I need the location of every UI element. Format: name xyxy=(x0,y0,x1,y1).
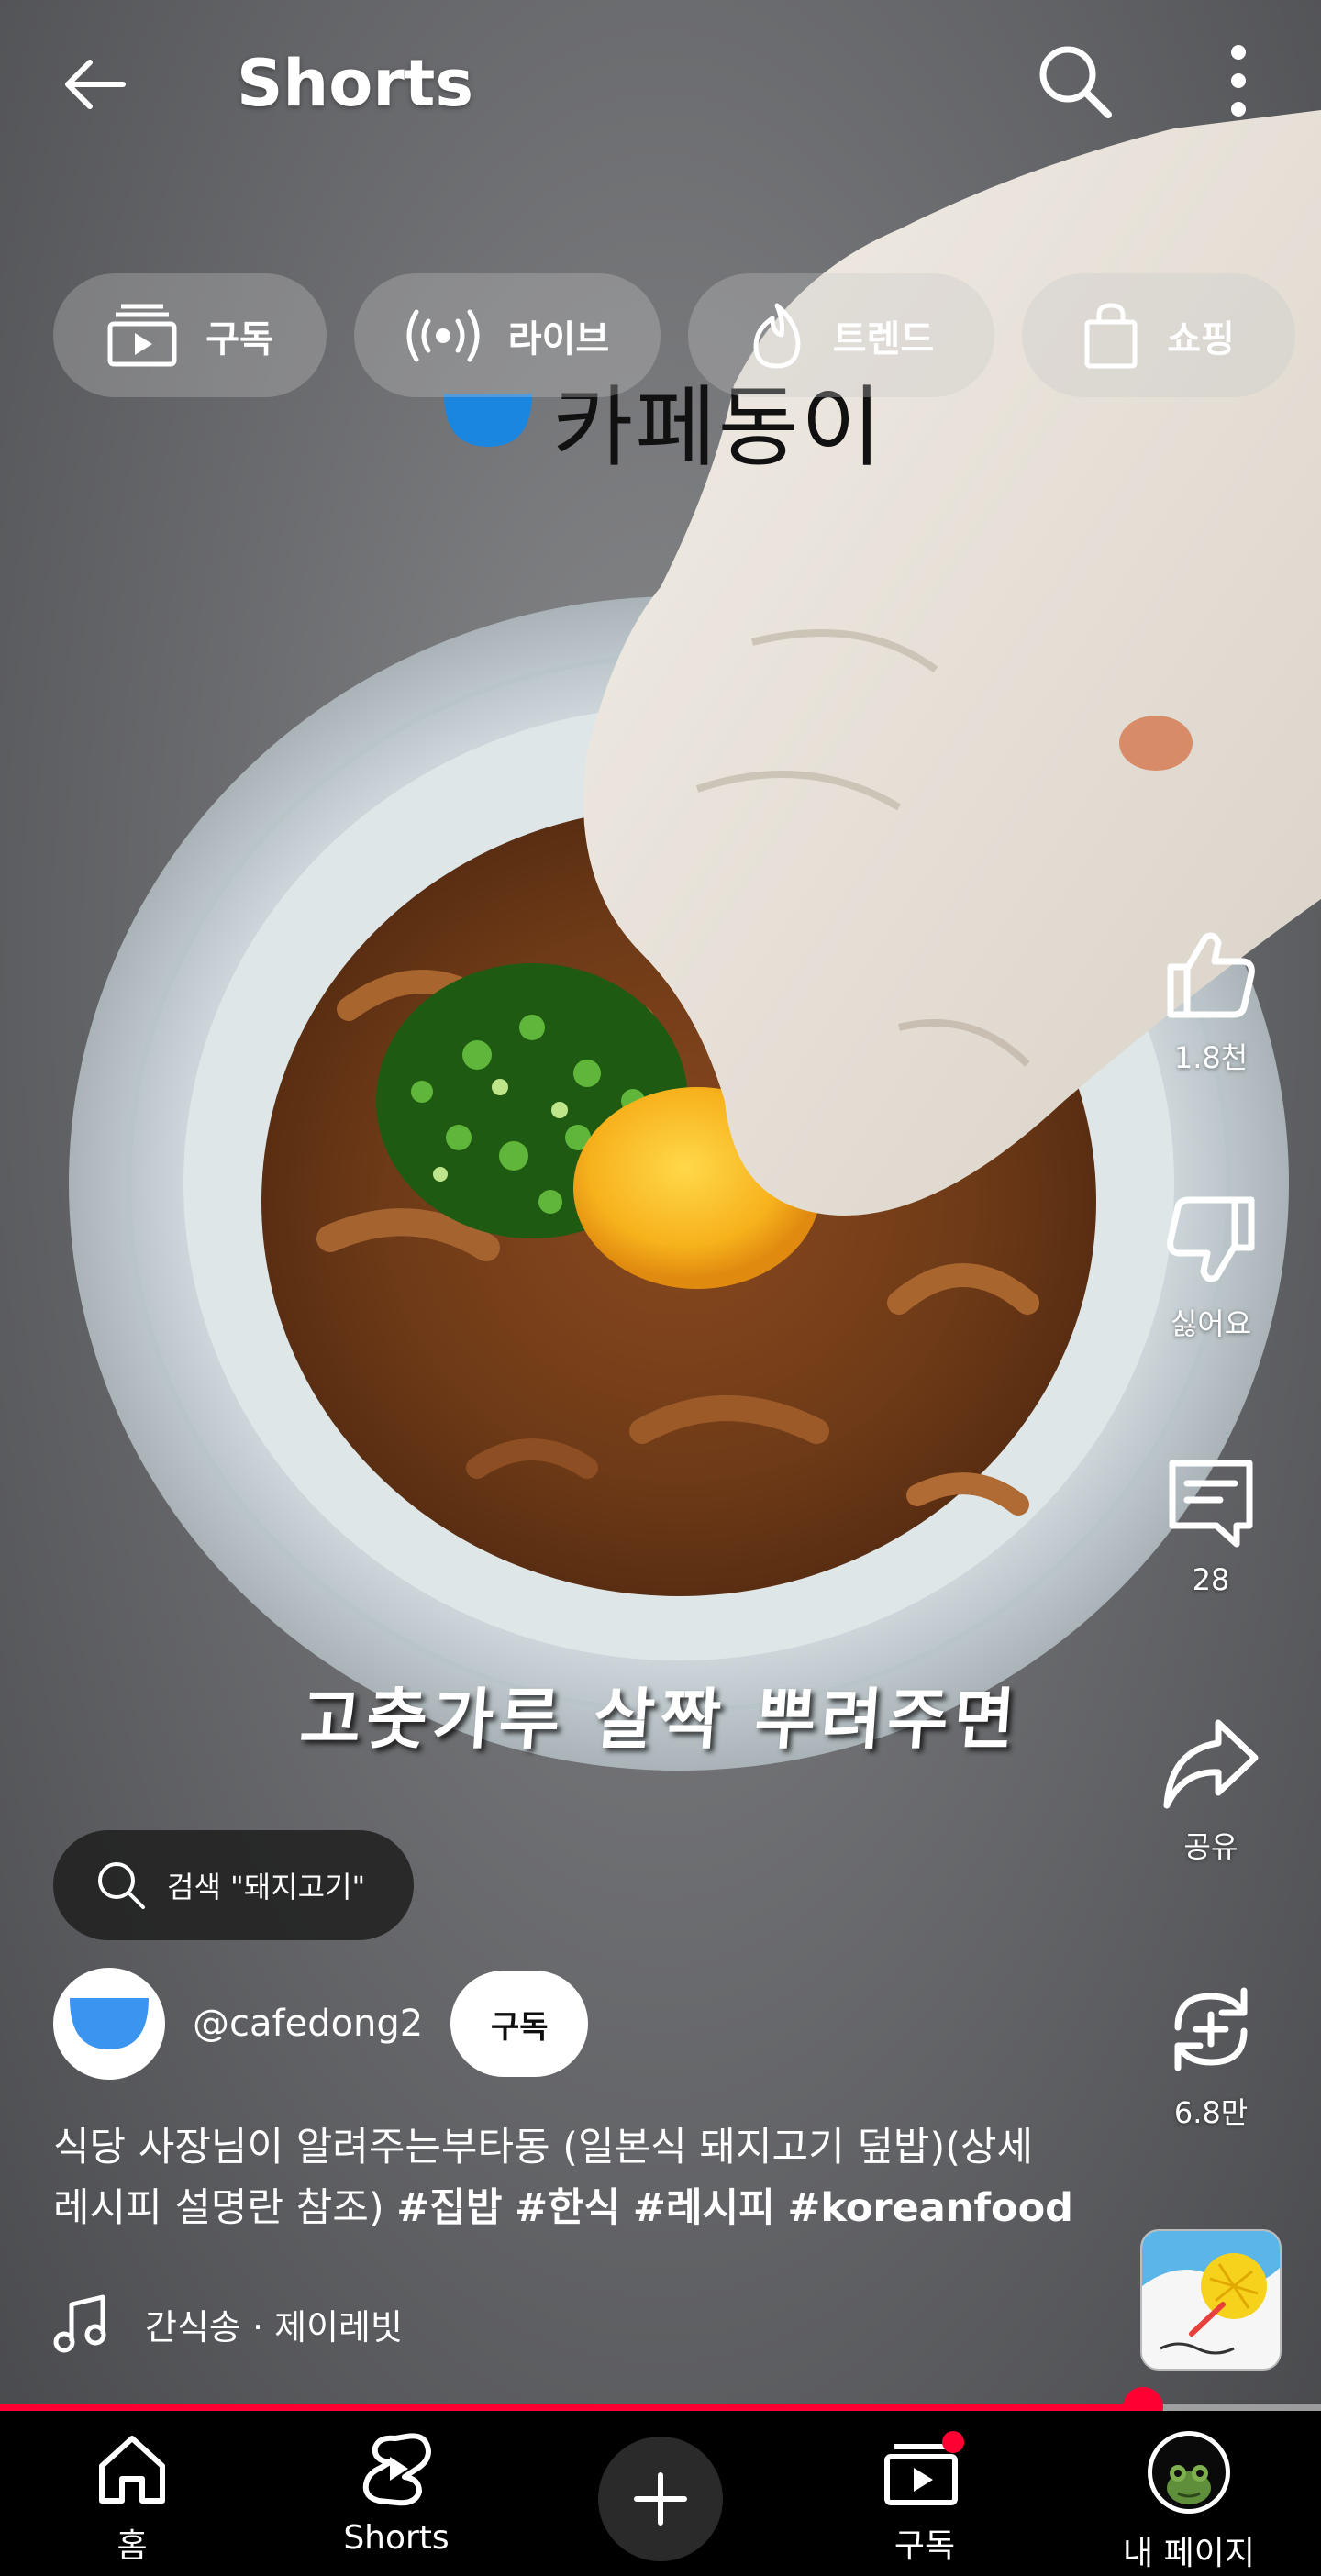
hashtag[interactable]: #집밥 xyxy=(396,2185,502,2231)
hashtag[interactable]: #한식 xyxy=(515,2185,620,2231)
nav-subscriptions[interactable]: 구독 xyxy=(815,2411,1035,2567)
nav-me[interactable]: 내 페이지 xyxy=(1079,2411,1299,2574)
comments-button[interactable]: 28 xyxy=(1147,1454,1275,1597)
subscribe-button[interactable]: 구독 xyxy=(450,1971,589,2077)
channel-handle[interactable]: @cafedong2 xyxy=(193,2003,423,2045)
chip-live[interactable]: 라이브 xyxy=(354,273,660,397)
dislike-button[interactable]: 싫어요 xyxy=(1147,1193,1275,1343)
live-icon xyxy=(406,309,480,361)
chip-shopping[interactable]: 쇼핑 xyxy=(1022,273,1295,397)
comment-count: 28 xyxy=(1192,1562,1230,1597)
shopping-bag-icon xyxy=(1084,302,1138,368)
subscriptions-icon xyxy=(107,304,177,366)
more-options-icon[interactable] xyxy=(1211,41,1266,120)
home-icon xyxy=(99,2436,165,2504)
music-row[interactable]: 간식송 · 제이레빗 xyxy=(53,2293,403,2354)
chip-label: 라이브 xyxy=(507,317,610,361)
nav-shorts[interactable]: Shorts xyxy=(286,2411,506,2557)
video-description[interactable]: 식당 사장님이 알려주는부타동 (일본식 돼지고기 덮밥)(상세 레시피 설명란… xyxy=(53,2117,1081,2238)
search-icon xyxy=(98,1862,145,1909)
remix-button[interactable]: 6.8만 xyxy=(1147,1982,1275,2132)
music-label: 간식송 · 제이레빗 xyxy=(145,2306,403,2348)
plus-icon xyxy=(634,2472,687,2526)
create-button[interactable] xyxy=(598,2437,723,2561)
trending-flame-icon xyxy=(753,303,801,368)
nav-home[interactable]: 홈 xyxy=(22,2411,242,2567)
thumbs-up-icon xyxy=(1167,932,1255,1018)
search-icon[interactable] xyxy=(1035,41,1114,120)
chip-label: 트렌드 xyxy=(832,317,935,361)
bottom-navigation: 홈 Shorts 구독 내 페이지 xyxy=(0,2411,1321,2576)
video-subtitle: 고춧가루 살짝 뿌려주면 xyxy=(297,1680,1023,1758)
hashtag[interactable]: #koreanfood xyxy=(787,2185,1073,2231)
remix-icon xyxy=(1174,1987,1248,2071)
bowl-logo-icon xyxy=(70,1998,149,2049)
shorts-filter-chips: 구독 라이브 트렌드 쇼핑 xyxy=(53,273,1295,397)
back-arrow-icon[interactable] xyxy=(57,48,130,121)
hashtag[interactable]: #레시피 xyxy=(633,2185,775,2231)
sound-thumbnail[interactable] xyxy=(1142,2231,1280,2369)
music-note-icon xyxy=(53,2294,106,2353)
share-button[interactable]: 공유 xyxy=(1147,1715,1275,1866)
share-label: 공유 xyxy=(1183,1829,1238,1864)
album-art-image xyxy=(1142,2231,1280,2369)
shorts-icon xyxy=(362,2433,431,2506)
channel-row: @cafedong2 구독 xyxy=(53,1968,589,2080)
search-suggestion-text: 검색 "돼지고기" xyxy=(167,1870,366,1904)
progress-fill xyxy=(0,2404,1143,2411)
share-arrow-icon xyxy=(1163,1719,1259,1809)
chip-trending[interactable]: 트렌드 xyxy=(688,273,994,397)
page-title: Shorts xyxy=(237,46,473,121)
frog-avatar-icon xyxy=(1167,2465,1211,2504)
top-bar: Shorts xyxy=(0,0,1321,174)
like-button[interactable]: 1.8천 xyxy=(1147,927,1275,1077)
remix-count: 6.8만 xyxy=(1173,2095,1249,2130)
chip-label: 쇼핑 xyxy=(1167,317,1235,361)
thumbs-down-icon xyxy=(1167,1196,1255,1282)
bowl-logo-icon xyxy=(444,393,532,447)
nav-label: 내 페이지 xyxy=(1123,2535,1255,2572)
profile-avatar xyxy=(1148,2431,1230,2514)
dislike-label: 싫어요 xyxy=(1170,1306,1252,1341)
nav-label: Shorts xyxy=(343,2519,450,2557)
chip-label: 구독 xyxy=(205,317,273,361)
search-suggestion-chip[interactable]: 검색 "돼지고기" xyxy=(53,1830,414,1940)
nav-label: 구독 xyxy=(894,2527,956,2565)
video-progress-bar[interactable] xyxy=(0,2387,1321,2427)
nav-label: 홈 xyxy=(117,2527,148,2565)
subscriptions-icon xyxy=(884,2431,964,2505)
chip-subscriptions[interactable]: 구독 xyxy=(53,273,327,397)
comment-icon xyxy=(1169,1460,1253,1548)
like-count: 1.8천 xyxy=(1173,1040,1249,1075)
channel-avatar[interactable] xyxy=(53,1968,165,2080)
